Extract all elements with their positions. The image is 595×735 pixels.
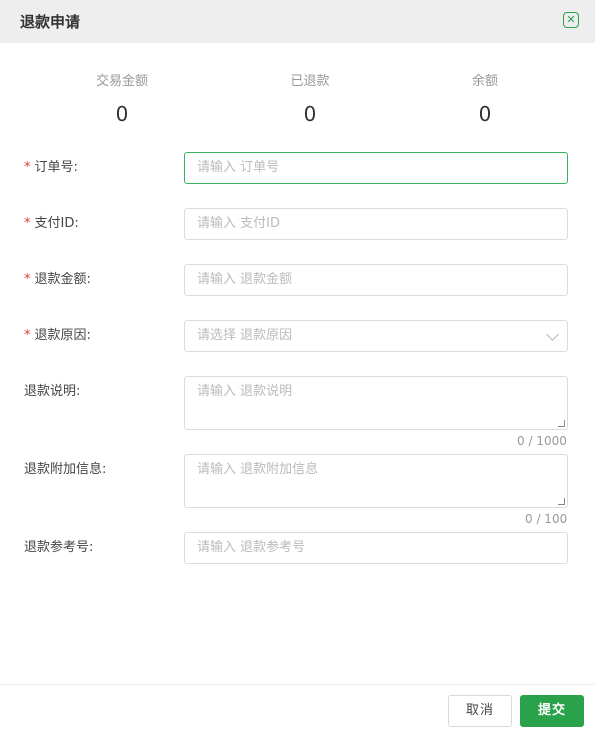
order-no-label: * 订单号: [24,160,78,176]
required-mark: * [24,160,31,175]
required-mark: * [24,216,31,231]
order-no-label-text: 订单号: [34,160,78,175]
refund-extra-counter: 0 / 100 [525,512,568,526]
pay-id-label-text: 支付ID: [34,216,79,231]
cancel-button[interactable]: 取消 [448,695,512,727]
order-no-placeholder: 请输入 订单号 [197,160,280,175]
required-mark: * [24,328,31,343]
refund-ref-label: 退款参考号: [24,540,94,555]
refund-amount-placeholder: 请输入 退款金额 [197,272,293,287]
stat-label: 交易金额 [95,74,148,89]
required-mark: * [24,272,31,287]
refund-extra-textarea[interactable]: 请输入 退款附加信息 [184,454,568,508]
refund-amount-label: * 退款金额: [24,272,91,288]
refund-extra-label: 退款附加信息: [24,462,107,477]
pay-id-placeholder: 请输入 支付ID [197,216,280,231]
refund-desc-placeholder: 请输入 退款说明 [197,384,293,399]
stat-value: 0 [478,102,492,126]
refund-ref-input[interactable]: 请输入 退款参考号 [184,532,568,564]
pay-id-label: * 支付ID: [24,216,79,232]
refund-desc-counter: 0 / 1000 [517,434,567,448]
refund-extra-placeholder: 请输入 退款附加信息 [197,462,319,477]
resize-handle-icon[interactable] [558,420,565,427]
refund-amount-label-text: 退款金额: [34,272,91,287]
refund-reason-placeholder: 请选择 退款原因 [197,328,293,343]
stat-label: 已退款 [290,74,330,89]
stat-refunded: 已退款 0 [250,70,370,126]
refund-desc-textarea[interactable]: 请输入 退款说明 [184,376,568,430]
stat-label: 余额 [471,74,498,89]
stat-balance: 余额 0 [425,70,545,126]
refund-amount-input[interactable]: 请输入 退款金额 [184,264,568,296]
dialog-title: 退款申请 [20,13,81,31]
footer-divider [0,684,595,685]
refund-reason-label: * 退款原因: [24,328,91,344]
resize-handle-icon[interactable] [558,498,565,505]
submit-button[interactable]: 提交 [520,695,584,727]
stat-value: 0 [115,102,129,126]
order-no-input[interactable]: 请输入 订单号 [184,152,568,184]
refund-reason-label-text: 退款原因: [34,328,91,343]
pay-id-input[interactable]: 请输入 支付ID [184,208,568,240]
stat-trade-amount: 交易金额 0 [62,70,182,126]
refund-reason-select[interactable]: 请选择 退款原因 [184,320,568,352]
refund-desc-label: 退款说明: [24,384,81,399]
dialog-header: 退款申请 ✕ [0,0,595,43]
refund-ref-placeholder: 请输入 退款参考号 [197,540,306,555]
stat-value: 0 [303,102,317,126]
close-icon[interactable]: ✕ [563,12,579,28]
chevron-down-icon [546,328,559,341]
